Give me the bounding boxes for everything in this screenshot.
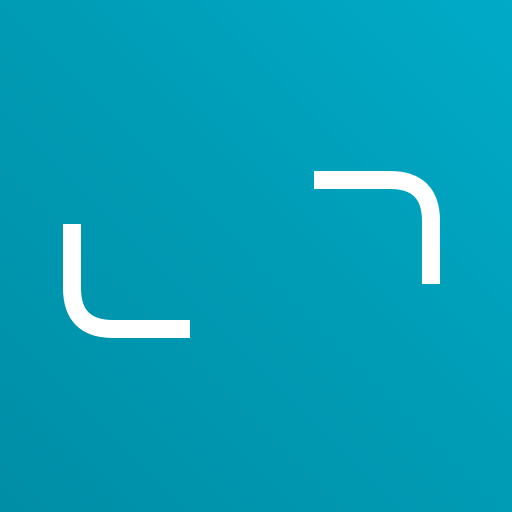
top-right-corner-bracket xyxy=(314,171,440,284)
expand-frame-icon xyxy=(63,171,440,338)
bottom-left-corner-bracket xyxy=(63,224,190,338)
app-icon-tile xyxy=(0,0,512,512)
